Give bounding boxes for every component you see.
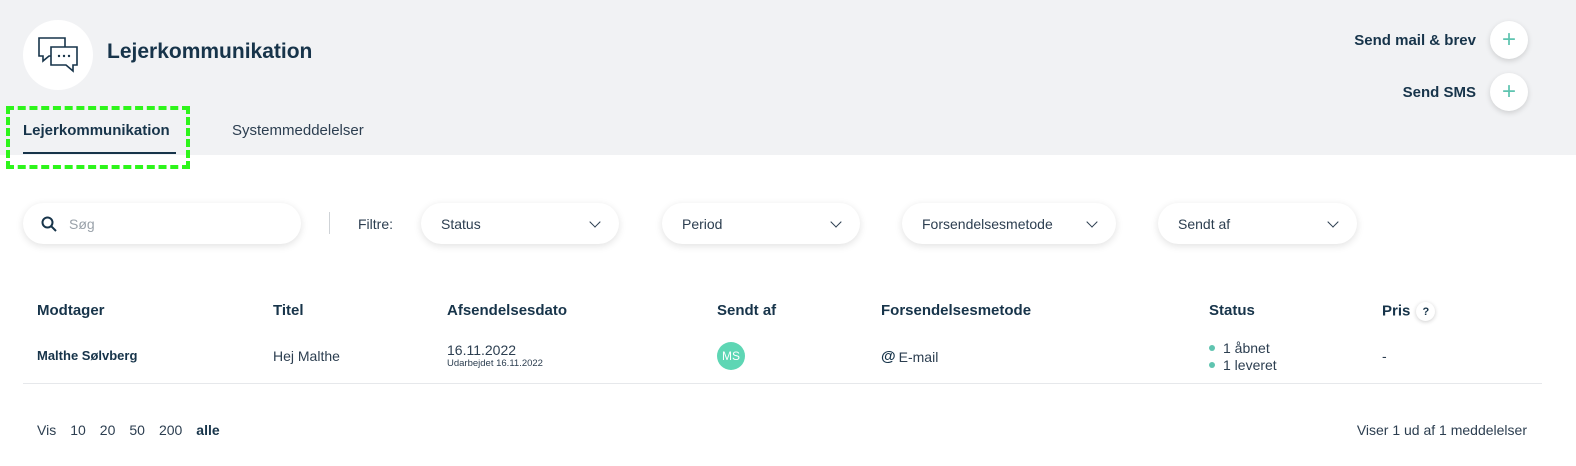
send-sms-button[interactable]: + bbox=[1490, 73, 1528, 111]
plus-icon: + bbox=[1501, 78, 1516, 105]
period-dropdown-label: Period bbox=[682, 215, 723, 232]
row-divider bbox=[23, 383, 1542, 384]
status-dot-icon bbox=[1209, 345, 1215, 351]
active-tab-indicator bbox=[23, 152, 176, 154]
created-date: Udarbejdet 16.11.2022 bbox=[447, 358, 543, 369]
send-mail-label[interactable]: Send mail & brev bbox=[1354, 32, 1476, 49]
page-size-10[interactable]: 10 bbox=[70, 422, 86, 438]
price-cell: - bbox=[1382, 348, 1387, 364]
send-sms-label[interactable]: Send SMS bbox=[1403, 84, 1476, 101]
chevron-down-icon bbox=[1086, 215, 1098, 228]
page-size-label: Vis bbox=[37, 422, 57, 438]
period-dropdown[interactable]: Period bbox=[662, 203, 860, 244]
tab-systemmeddelelser[interactable]: Systemmeddelelser bbox=[232, 122, 364, 139]
column-header-status[interactable]: Status bbox=[1209, 302, 1255, 319]
status-delivered-label: 1 leveret bbox=[1223, 357, 1277, 373]
chevron-down-icon bbox=[830, 215, 842, 228]
method-cell: @ E-mail bbox=[881, 348, 938, 365]
page-title: Lejerkommunikation bbox=[107, 40, 313, 63]
search-input[interactable] bbox=[69, 215, 269, 232]
send-mail-action[interactable]: Send mail & brev + bbox=[1354, 21, 1528, 59]
search-field[interactable] bbox=[23, 203, 301, 244]
status-delivered: 1 leveret bbox=[1209, 357, 1277, 373]
status-dropdown[interactable]: Status bbox=[421, 203, 619, 244]
chat-bubbles-icon bbox=[23, 20, 93, 90]
pagination-summary: Viser 1 ud af 1 meddelelser bbox=[1356, 422, 1527, 438]
title-cell: Hej Malthe bbox=[273, 348, 340, 364]
sender-dropdown[interactable]: Sendt af bbox=[1158, 203, 1357, 244]
method-dropdown-label: Forsendelsesmetode bbox=[922, 215, 1053, 232]
page-size-20[interactable]: 20 bbox=[100, 422, 116, 438]
filters-label: Filtre: bbox=[358, 216, 393, 232]
chevron-down-icon bbox=[589, 215, 601, 228]
search-icon bbox=[41, 216, 57, 232]
column-header-method[interactable]: Forsendelsesmetode bbox=[881, 302, 1031, 319]
chevron-down-icon bbox=[1327, 215, 1339, 228]
status-dot-icon bbox=[1209, 362, 1215, 368]
send-date: 16.11.2022 bbox=[447, 342, 517, 358]
price-header-label: Pris bbox=[1382, 302, 1411, 320]
pagination-size-selector: Vis 10 20 50 200 alle bbox=[37, 422, 234, 438]
page-size-50[interactable]: 50 bbox=[129, 422, 145, 438]
column-header-sender[interactable]: Sendt af bbox=[717, 302, 776, 319]
tab-lejerkommunikation[interactable]: Lejerkommunikation bbox=[23, 122, 170, 139]
column-header-recipient[interactable]: Modtager bbox=[37, 302, 105, 319]
filter-divider bbox=[329, 212, 330, 234]
column-header-date[interactable]: Afsendelsesdato bbox=[447, 302, 567, 319]
send-sms-action[interactable]: Send SMS + bbox=[1403, 73, 1528, 111]
at-icon: @ bbox=[881, 348, 896, 365]
sender-dropdown-label: Sendt af bbox=[1178, 215, 1231, 232]
column-header-title[interactable]: Titel bbox=[273, 302, 304, 319]
avatar: MS bbox=[717, 342, 745, 370]
recipient-cell: Malthe Sølvberg bbox=[37, 348, 138, 363]
method-dropdown[interactable]: Forsendelsesmetode bbox=[902, 203, 1116, 244]
status-opened: 1 åbnet bbox=[1209, 340, 1270, 356]
help-icon[interactable]: ? bbox=[1416, 302, 1436, 321]
plus-icon: + bbox=[1501, 26, 1516, 53]
page-size-200[interactable]: 200 bbox=[159, 422, 182, 438]
status-dropdown-label: Status bbox=[441, 215, 481, 232]
status-opened-label: 1 åbnet bbox=[1223, 340, 1270, 356]
page-size-all[interactable]: alle bbox=[196, 422, 219, 438]
method-label: E-mail bbox=[898, 348, 939, 365]
column-header-price: Pris? bbox=[1382, 302, 1436, 321]
send-mail-button[interactable]: + bbox=[1490, 21, 1528, 59]
page-header: Lejerkommunikation Send mail & brev + Se… bbox=[0, 0, 1576, 169]
